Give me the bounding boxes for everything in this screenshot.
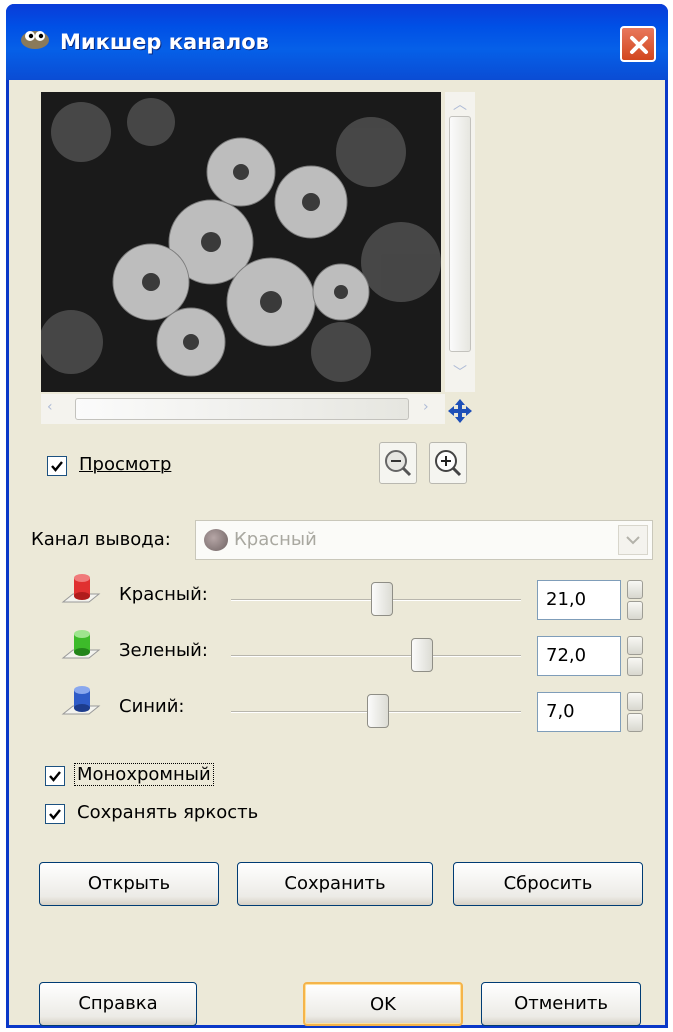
preview-image[interactable] [41,92,441,392]
blue-spin-buttons[interactable] [627,692,643,732]
red-channel-label: Красный: [119,584,208,605]
reset-button[interactable]: Сбросить [453,862,643,906]
scroll-right-icon[interactable]: › [423,399,429,415]
preview-horizontal-scrollbar[interactable]: ‹ › [41,394,445,424]
chevron-down-icon[interactable] [618,525,648,555]
channel-mixer-dialog: Микшер каналов ︿ ﹀ ‹ › Просмотр Канал вы… [6,4,668,1028]
blue-slider-handle[interactable] [367,694,389,728]
monochrome-label: Монохромный [74,763,214,786]
gimp-icon [18,24,52,52]
red-slider-handle[interactable] [371,582,393,616]
preserve-luminosity-checkbox[interactable] [45,804,65,824]
output-channel-label: Канал вывода: [31,529,171,550]
checkmark-icon [51,461,63,472]
help-button[interactable]: Справка [39,982,197,1026]
blue-value: 7,0 [546,701,575,722]
window-title: Микшер каналов [60,30,269,54]
preview-label: Просмотр [79,454,172,475]
output-channel-select[interactable]: Красный [195,520,653,560]
green-slider-handle[interactable] [411,638,433,672]
zoom-in-button[interactable] [429,442,467,484]
channel-color-icon [204,529,228,551]
green-slider-track[interactable] [231,655,521,657]
title-bar[interactable]: Микшер каналов [6,4,668,80]
close-icon [630,36,648,54]
zoom-out-icon [385,450,412,477]
red-value: 21,0 [546,589,587,610]
red-value-input[interactable]: 21,0 [537,580,621,620]
checkmark-icon [49,809,61,820]
checkmark-icon [49,771,61,782]
blue-cylinder-icon [59,682,103,724]
save-button[interactable]: Сохранить [237,862,433,906]
navigate-icon[interactable] [445,396,475,426]
monochrome-checkbox[interactable] [45,766,65,786]
close-button[interactable] [620,26,656,62]
green-value: 72,0 [546,645,587,666]
cancel-button[interactable]: Отменить [481,982,641,1026]
horizontal-scroll-thumb[interactable] [75,398,409,420]
green-cylinder-icon [59,626,103,668]
scroll-up-icon[interactable]: ︿ [453,94,467,114]
vertical-scroll-thumb[interactable] [449,116,471,352]
zoom-out-button[interactable] [379,442,417,484]
zoom-in-icon [435,450,462,477]
green-value-input[interactable]: 72,0 [537,636,621,676]
green-spin-buttons[interactable] [627,636,643,676]
blue-channel-label: Синий: [119,696,185,717]
preserve-luminosity-label: Сохранять яркость [77,802,259,823]
red-spin-buttons[interactable] [627,580,643,620]
open-button[interactable]: Открыть [39,862,219,906]
blue-value-input[interactable]: 7,0 [537,692,621,732]
preview-vertical-scrollbar[interactable]: ︿ ﹀ [445,92,475,392]
ok-button[interactable]: OK [303,982,463,1026]
scroll-left-icon[interactable]: ‹ [47,399,53,415]
scroll-down-icon[interactable]: ﹀ [453,362,467,382]
red-cylinder-icon [59,570,103,612]
green-channel-label: Зеленый: [119,640,208,661]
output-channel-value: Красный [234,529,317,550]
preview-checkbox[interactable] [47,456,67,476]
